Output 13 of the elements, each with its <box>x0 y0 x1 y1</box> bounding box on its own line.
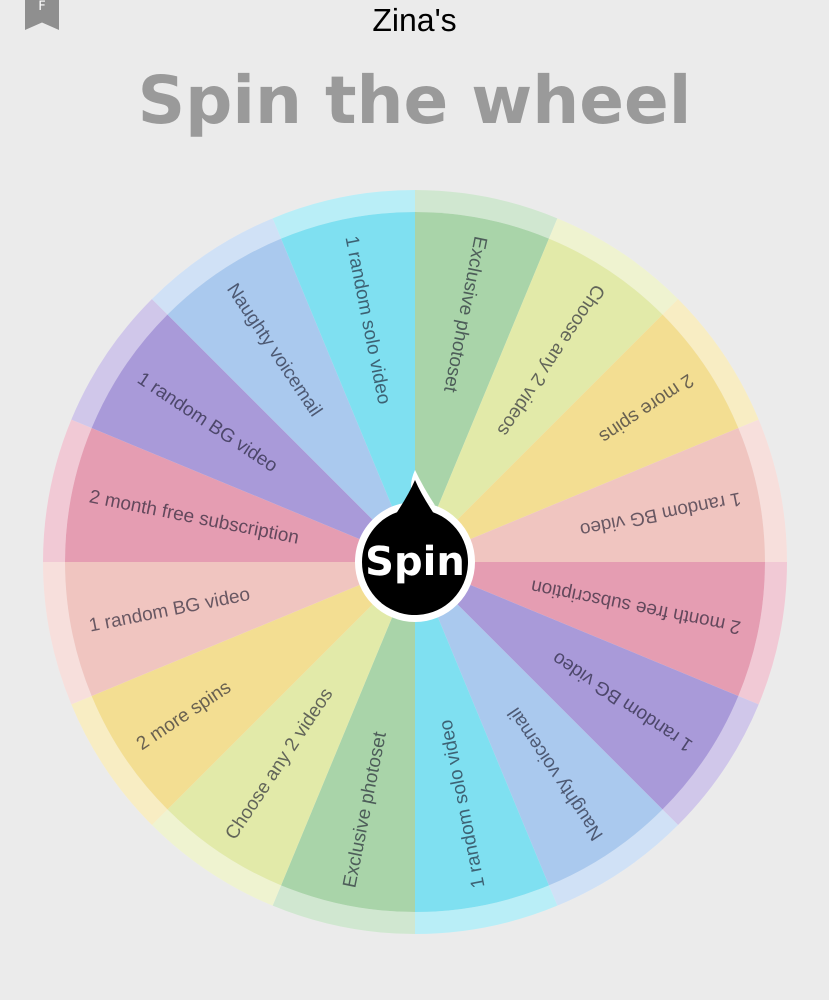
page-title: Zina's <box>372 1 457 40</box>
segment-label: 1 random BG video <box>87 584 252 637</box>
segment-label: 2 month free subscription <box>87 486 301 549</box>
segment-label: 1 random solo video <box>436 718 490 890</box>
segment-label: 2 month free subscription <box>529 575 743 638</box>
segment-label: 2 more spins <box>132 676 235 755</box>
segment-label: 1 random solo video <box>340 234 394 406</box>
spin-button[interactable]: Spin <box>355 470 475 622</box>
segment-label: 2 more spins <box>595 369 698 448</box>
segment-label: Exclusive photoset <box>339 730 391 890</box>
segment-label: 1 random BG video <box>578 487 743 540</box>
segment-label: Exclusive photoset <box>439 234 491 394</box>
heading: Spin the wheel <box>136 62 692 141</box>
